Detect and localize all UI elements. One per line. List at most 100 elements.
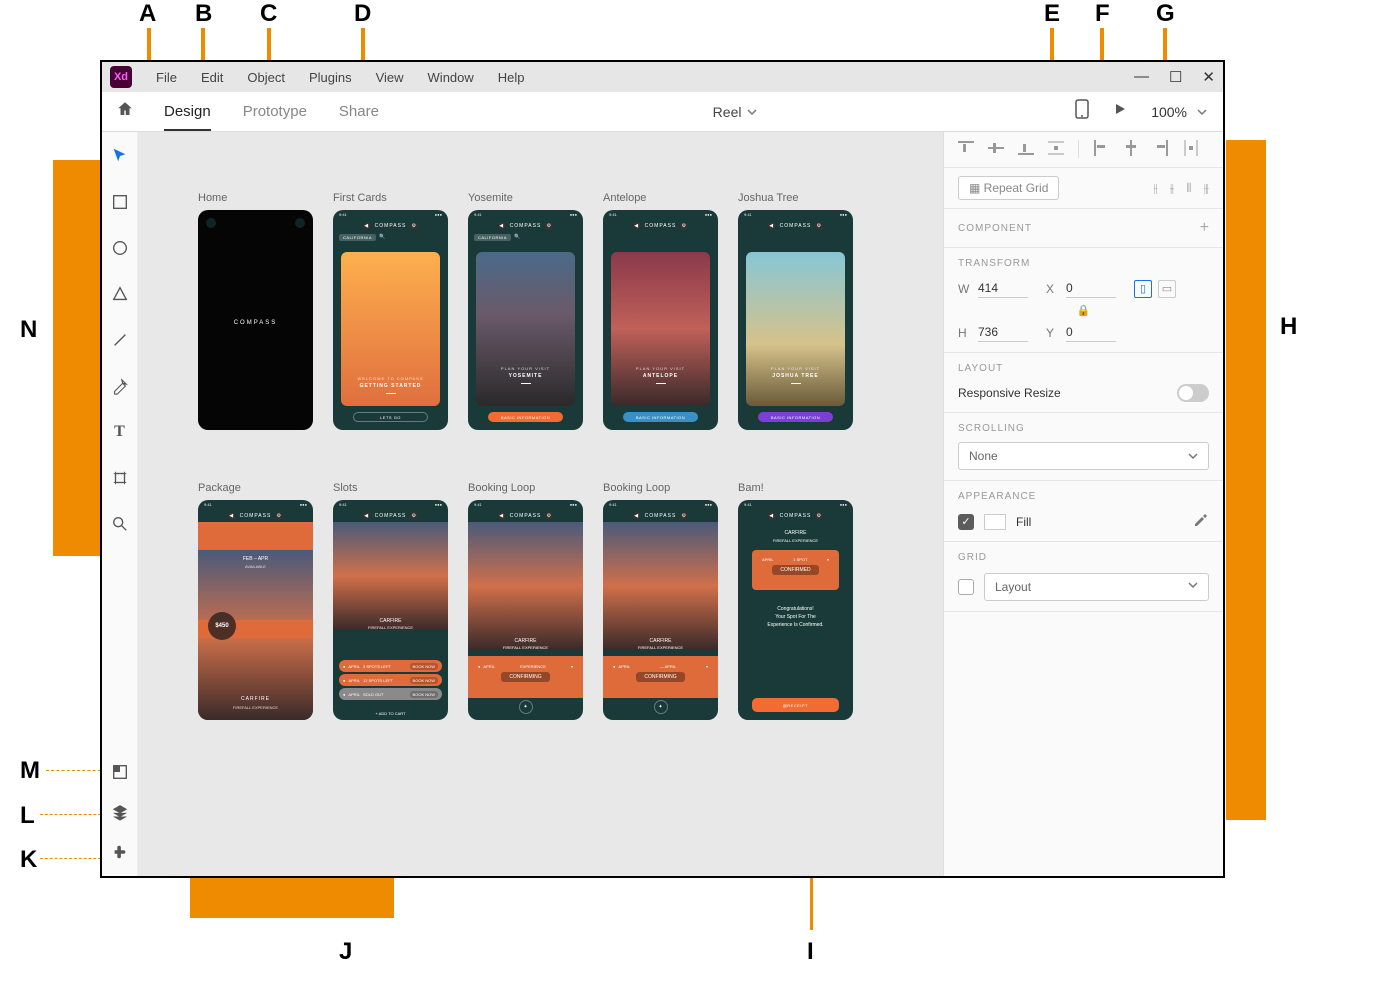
scrolling-select[interactable]: None (958, 442, 1209, 470)
chevron-down-icon (1188, 580, 1198, 590)
responsive-toggle[interactable] (1177, 384, 1209, 402)
grid-select[interactable]: Layout (984, 573, 1209, 601)
card: WELCOME TO COMPASS GETTING STARTED (341, 252, 440, 406)
artboard-name[interactable]: Slots (333, 482, 448, 494)
lock-aspect-icon[interactable]: 🔒 (958, 304, 1209, 317)
artboard-package[interactable]: 9:41●●● ◀COMPASS⚙ FEB – APR AVAILABLE $4… (198, 500, 313, 720)
align-hcenter-icon[interactable] (1123, 140, 1139, 159)
layers-panel-icon[interactable] (110, 802, 130, 822)
tab-design[interactable]: Design (148, 92, 227, 131)
window-close-icon[interactable]: ✕ (1202, 68, 1215, 86)
workspace: T Home COMPASS (102, 132, 1223, 876)
text-tool-icon[interactable]: T (110, 422, 130, 442)
canvas[interactable]: Home COMPASS First Cards 9:41●●● ◀COMPAS… (138, 132, 943, 876)
align-left-icon[interactable] (1093, 140, 1109, 159)
app-nav: ◀COMPASS⚙ (198, 510, 313, 522)
menu-file[interactable]: File (144, 70, 189, 85)
width-input[interactable] (978, 279, 1028, 298)
orientation-portrait-icon[interactable]: ▯ (1134, 280, 1152, 298)
price-badge: $450 (208, 612, 236, 640)
appearance-label: APPEARANCE (958, 491, 1209, 502)
align-bottom-icon[interactable] (1018, 140, 1034, 159)
artboard-name[interactable]: Booking Loop (603, 482, 718, 494)
callout-block-j (190, 878, 394, 918)
menu-edit[interactable]: Edit (189, 70, 235, 85)
document-title[interactable]: Reel (713, 104, 758, 120)
play-icon[interactable] (1113, 102, 1127, 121)
artboard-yosemite[interactable]: 9:41●●● ◀COMPASS⚙ CALIFORNIA🔍 PLAN YOUR … (468, 210, 583, 430)
add-component-icon[interactable]: + (1200, 219, 1209, 237)
component-section: COMPONENT + (944, 209, 1223, 248)
artboard-home[interactable]: COMPASS (198, 210, 313, 430)
artboard-wrap: Yosemite 9:41●●● ◀COMPASS⚙ CALIFORNIA🔍 P… (468, 192, 583, 430)
artboard-name[interactable]: First Cards (333, 192, 448, 204)
menu-view[interactable]: View (364, 70, 416, 85)
grid-checkbox[interactable] (958, 579, 974, 595)
artboard-name[interactable]: Bam! (738, 482, 853, 494)
artboards-row-1: Home COMPASS First Cards 9:41●●● ◀COMPAS… (198, 192, 853, 430)
boolean-add-icon[interactable]: ⫲ (1154, 181, 1158, 196)
x-input[interactable] (1066, 279, 1116, 298)
menu-object[interactable]: Object (235, 70, 297, 85)
artboard-name[interactable]: Yosemite (468, 192, 583, 204)
height-input[interactable] (978, 323, 1028, 342)
chevron-down-icon (1188, 451, 1198, 461)
assets-panel-icon[interactable] (110, 762, 130, 782)
artboard-tool-icon[interactable] (110, 468, 130, 488)
xd-logo-icon: Xd (110, 66, 132, 88)
eyedropper-icon[interactable] (1193, 512, 1209, 531)
device-preview-icon[interactable] (1075, 99, 1089, 124)
polygon-tool-icon[interactable] (110, 284, 130, 304)
menu-help[interactable]: Help (486, 70, 537, 85)
artboard-slots[interactable]: 9:41●●● ◀COMPASS⚙ CARFIRE FIREFALL EXPER… (333, 500, 448, 720)
artboard-first-cards[interactable]: 9:41●●● ◀COMPASS⚙ CALIFORNIA🔍 WELCOME TO… (333, 210, 448, 430)
artboard-antelope[interactable]: 9:41●●● ◀COMPASS⚙ PLAN YOUR VISIT ANTELO… (603, 210, 718, 430)
align-top-icon[interactable] (958, 140, 974, 159)
rectangle-tool-icon[interactable] (110, 192, 130, 212)
artboard-name[interactable]: Package (198, 482, 313, 494)
zoom-tool-icon[interactable] (110, 514, 130, 534)
artboard-booking-1[interactable]: 9:41●●● ◀COMPASS⚙ CARFIRE FIREFALL EXPER… (468, 500, 583, 720)
artboard-wrap: Antelope 9:41●●● ◀COMPASS⚙ PLAN YOUR VIS… (603, 192, 718, 430)
window-minimize-icon[interactable]: — (1134, 68, 1149, 86)
fill-swatch[interactable] (984, 514, 1006, 530)
artboard-name[interactable]: Booking Loop (468, 482, 583, 494)
grid-value: Layout (995, 580, 1031, 594)
home-brand: COMPASS (198, 320, 313, 326)
artboard-bam[interactable]: 9:41●●● ◀COMPASS⚙ CARFIRE FIREFALL EXPER… (738, 500, 853, 720)
plugins-panel-icon[interactable] (110, 842, 130, 862)
card-button: BASIC INFORMATION (488, 412, 563, 422)
tab-share[interactable]: Share (323, 92, 395, 131)
menu-window[interactable]: Window (416, 70, 486, 85)
artboards-row-2: Package 9:41●●● ◀COMPASS⚙ FEB – APR AVAI… (198, 482, 853, 720)
distribute-v-icon[interactable] (1048, 140, 1064, 159)
repeat-grid-button[interactable]: ▦ Repeat Grid (958, 176, 1059, 200)
artboard-name[interactable]: Joshua Tree (738, 192, 853, 204)
callout-f: F (1095, 0, 1110, 28)
distribute-h-icon[interactable] (1183, 140, 1199, 159)
tab-prototype[interactable]: Prototype (227, 92, 323, 131)
artboard-name[interactable]: Antelope (603, 192, 718, 204)
pen-tool-icon[interactable] (110, 376, 130, 396)
orientation-landscape-icon[interactable]: ▭ (1158, 280, 1176, 298)
app-nav: ◀COMPASS⚙ (603, 220, 718, 232)
home-icon[interactable] (116, 100, 134, 123)
boolean-subtract-icon[interactable]: ⫳ (1170, 181, 1175, 196)
align-vcenter-icon[interactable] (988, 140, 1004, 159)
boolean-exclude-icon[interactable]: ⫵ (1203, 181, 1209, 196)
line-tool-icon[interactable] (110, 330, 130, 350)
artboard-name[interactable]: Home (198, 192, 313, 204)
artboard-booking-2[interactable]: 9:41●●● ◀COMPASS⚙ CARFIRE FIREFALL EXPER… (603, 500, 718, 720)
callout-j: J (339, 938, 352, 966)
artboard-joshua-tree[interactable]: 9:41●●● ◀COMPASS⚙ PLAN YOUR VISIT JOSHUA… (738, 210, 853, 430)
select-tool-icon[interactable] (110, 146, 130, 166)
fill-checkbox[interactable]: ✓ (958, 514, 974, 530)
boolean-intersect-icon[interactable]: ⫴ (1186, 181, 1191, 196)
ellipse-tool-icon[interactable] (110, 238, 130, 258)
align-right-icon[interactable] (1153, 140, 1169, 159)
add-to-cart: + ADD TO CART (333, 711, 448, 716)
menu-plugins[interactable]: Plugins (297, 70, 364, 85)
zoom-control[interactable]: 100% (1151, 104, 1207, 120)
window-maximize-icon[interactable]: ☐ (1169, 68, 1182, 86)
y-input[interactable] (1066, 323, 1116, 342)
